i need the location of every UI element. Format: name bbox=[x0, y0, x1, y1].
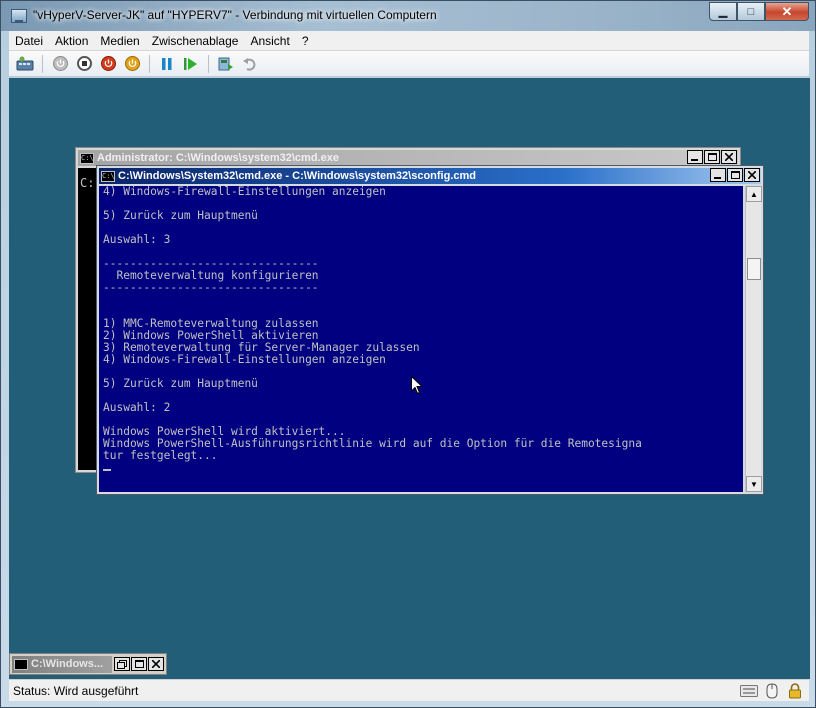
menu-datei[interactable]: Datei bbox=[9, 34, 49, 48]
admin-cmd-title-bar[interactable]: C:\ Administrator: C:\Windows\system32\c… bbox=[78, 150, 738, 166]
status-bar: Status: Wird ausgeführt bbox=[9, 679, 809, 701]
console-line: Auswahl: 2 bbox=[103, 401, 171, 414]
menu-help[interactable]: ? bbox=[296, 34, 315, 48]
close-button[interactable]: ✕ bbox=[765, 2, 809, 21]
minimized-title: C:\Windows... bbox=[31, 658, 104, 670]
vm-screen[interactable]: C:\ Administrator: C:\Windows\system32\c… bbox=[9, 78, 810, 679]
maximize-button[interactable] bbox=[704, 150, 720, 164]
admin-cmd-window-buttons bbox=[686, 150, 737, 164]
shutdown-icon[interactable] bbox=[99, 55, 117, 73]
console-line: 4) Windows-Firewall-Einstellungen anzeig… bbox=[103, 186, 386, 198]
start-icon[interactable] bbox=[51, 55, 69, 73]
reset-icon[interactable] bbox=[182, 55, 200, 73]
mouse-icon bbox=[762, 683, 782, 699]
admin-cmd-console[interactable]: C: bbox=[78, 168, 98, 470]
toolbar-separator bbox=[149, 54, 150, 73]
minimize-button[interactable] bbox=[687, 150, 703, 164]
vm-connection-window: "vHyperV-Server-JK" auf "HYPERV7" - Verb… bbox=[0, 0, 816, 708]
text-cursor bbox=[103, 469, 111, 471]
console-output: 4) Windows-Firewall-Einstellungen anzeig… bbox=[99, 186, 743, 474]
mouse-pointer-icon bbox=[411, 375, 424, 398]
minimize-button[interactable] bbox=[710, 168, 726, 182]
console-line: 5) Zurück zum Hauptmenü bbox=[103, 209, 258, 222]
console-line: Auswahl: 3 bbox=[103, 233, 171, 246]
restore-button[interactable] bbox=[114, 657, 130, 671]
sconfig-window-buttons bbox=[709, 168, 760, 182]
status-text: Status: Wird ausgeführt bbox=[13, 683, 139, 698]
maximize-button[interactable] bbox=[727, 168, 743, 182]
toolbar-separator bbox=[42, 54, 43, 73]
ctrl-alt-del-icon[interactable] bbox=[16, 55, 34, 73]
console-line bbox=[103, 462, 743, 474]
caption-buttons: ▁ □ ✕ bbox=[709, 2, 809, 21]
keyboard-icon bbox=[739, 683, 759, 699]
scroll-down-button[interactable]: ▼ bbox=[746, 476, 762, 492]
sconfig-title-bar[interactable]: C:\ C:\Windows\System32\cmd.exe - C:\Win… bbox=[99, 168, 761, 184]
console-line: -------------------------------- bbox=[103, 281, 319, 294]
turn-off-icon[interactable] bbox=[75, 55, 93, 73]
snapshot-icon[interactable] bbox=[217, 55, 235, 73]
menu-zwischenablage[interactable]: Zwischenablage bbox=[146, 34, 245, 48]
pause-icon[interactable] bbox=[158, 55, 176, 73]
scrollbar-thumb[interactable] bbox=[747, 258, 761, 280]
minimized-title-bar[interactable]: C:\Windows... bbox=[12, 655, 112, 673]
title-bar[interactable]: "vHyperV-Server-JK" auf "HYPERV7" - Verb… bbox=[1, 1, 815, 31]
console-line: 4) Windows-Firewall-Einstellungen anzeig… bbox=[103, 353, 386, 366]
lock-icon bbox=[785, 683, 805, 699]
menu-medien[interactable]: Medien bbox=[94, 34, 145, 48]
console-scrollbar[interactable]: ▲ ▼ bbox=[745, 186, 762, 492]
close-button[interactable] bbox=[721, 150, 737, 164]
console-line: 5) Zurück zum Hauptmenü bbox=[103, 377, 258, 390]
toolbar bbox=[9, 51, 809, 77]
sconfig-cmd-window[interactable]: C:\ C:\Windows\System32\cmd.exe - C:\Win… bbox=[96, 165, 764, 495]
sconfig-console[interactable]: 4) Windows-Firewall-Einstellungen anzeig… bbox=[99, 186, 743, 492]
menu-aktion[interactable]: Aktion bbox=[49, 34, 94, 48]
cmd-icon: C:\ bbox=[80, 152, 94, 164]
minimize-button[interactable]: ▁ bbox=[709, 2, 737, 21]
window-title: "vHyperV-Server-JK" auf "HYPERV7" - Verb… bbox=[33, 8, 437, 22]
revert-icon[interactable] bbox=[241, 55, 259, 73]
console-line: tur festgelegt... bbox=[103, 449, 218, 462]
admin-cmd-title: Administrator: C:\Windows\system32\cmd.e… bbox=[97, 152, 339, 164]
cmd-icon: C:\ bbox=[101, 170, 115, 182]
menu-ansicht[interactable]: Ansicht bbox=[244, 34, 295, 48]
close-button[interactable] bbox=[148, 657, 164, 671]
minimized-cmd-window[interactable]: C:\Windows... bbox=[9, 653, 167, 675]
save-state-icon[interactable] bbox=[123, 55, 141, 73]
scroll-up-button[interactable]: ▲ bbox=[746, 186, 762, 202]
vm-connection-icon bbox=[11, 9, 27, 23]
toolbar-separator bbox=[208, 54, 209, 73]
sconfig-title: C:\Windows\System32\cmd.exe - C:\Windows… bbox=[118, 170, 477, 182]
maximize-button[interactable]: □ bbox=[737, 2, 765, 21]
close-button[interactable] bbox=[744, 168, 760, 182]
status-icons bbox=[736, 683, 805, 699]
menu-bar: Datei Aktion Medien Zwischenablage Ansic… bbox=[9, 31, 809, 51]
cmd-icon bbox=[14, 658, 28, 670]
maximize-button[interactable] bbox=[131, 657, 147, 671]
